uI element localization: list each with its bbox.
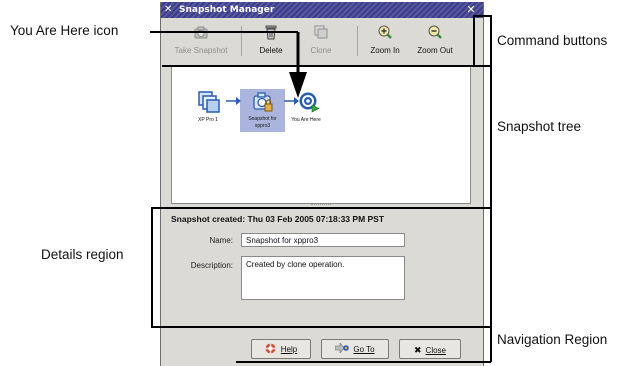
callout-details-region: Details region [41,247,124,262]
callout-leader-lines [150,15,492,363]
callout-navigation-region: Navigation Region [497,332,608,347]
callout-snapshot-tree: Snapshot tree [497,119,582,134]
callout-command-buttons: Command buttons [497,33,608,48]
